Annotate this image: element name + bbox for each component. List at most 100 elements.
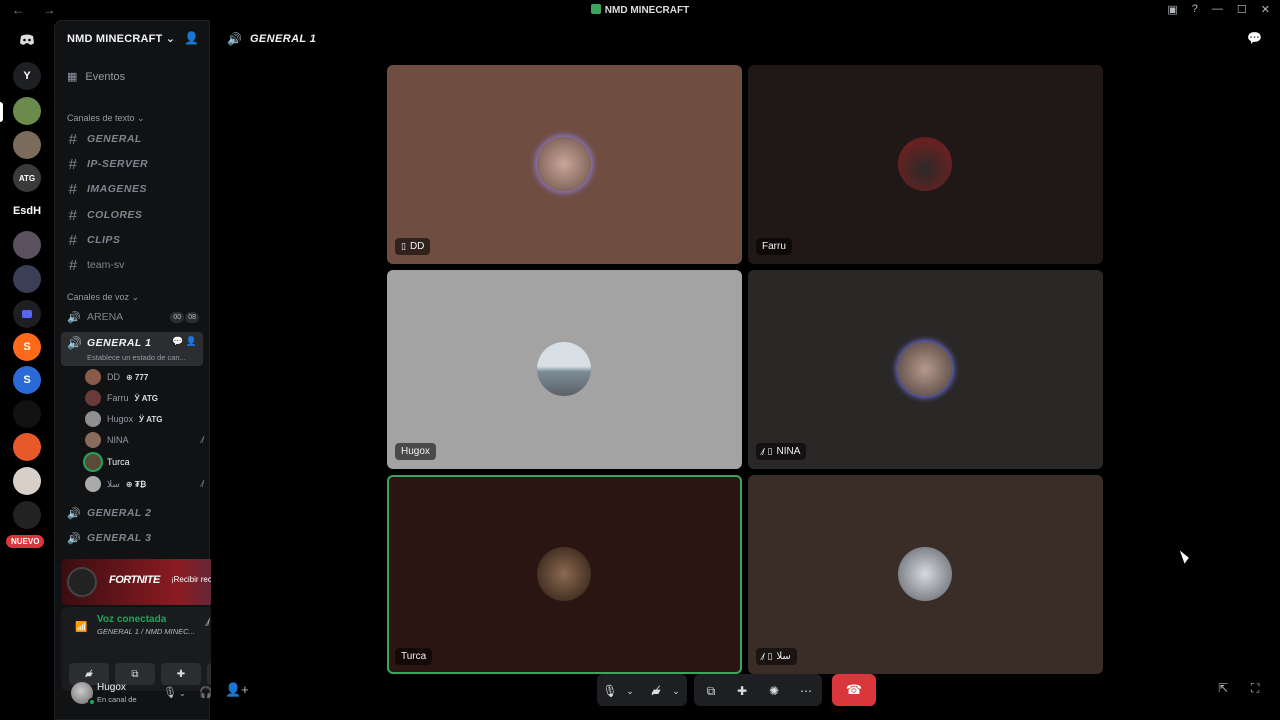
channel-general[interactable]: # GENERAL [65,128,203,150]
invite-icon[interactable]: 👤 [186,336,197,346]
participant-tile-turca[interactable]: Turca [387,475,742,674]
participant-tile-hugox[interactable]: Hugox [387,270,742,469]
user-limit-badge: 00 08 [170,311,199,323]
server-s-orange[interactable]: S [13,333,41,361]
voice-channel-general-2[interactable]: 🔊 GENERAL 2 [65,502,203,524]
nuevo-badge[interactable]: NUEVO [6,535,45,548]
participant-name: NINA [776,446,801,457]
avatar [85,476,101,492]
voice-user-dd[interactable]: DD ⊕ 777 [85,367,203,387]
minimize-icon[interactable]: — [1212,3,1223,16]
voice-stage: 🔊 GENERAL 1 💬 ▯ DD Farru Hugox ⁄̸ ▯ NINA Tu… [211,20,1280,720]
participant-name: Turca [401,651,427,662]
close-icon[interactable]: ✕ [1261,3,1270,16]
participant-tile-dd[interactable]: ▯ DD [387,65,742,264]
invite-people-icon[interactable]: 👤 [184,31,199,45]
invite-to-call-icon[interactable]: 👤+ [225,682,249,698]
server-icon-15[interactable] [13,501,41,529]
channel-label: ARENA [87,311,124,323]
server-icon-12[interactable] [13,400,41,428]
voice-category-label: Canales de voz [67,292,130,302]
guild-header[interactable]: NMD MINECRAFT ⌄ [67,32,175,45]
server-icon-14[interactable] [13,467,41,495]
chevron-down-icon[interactable]: ⌄ [179,689,186,698]
participant-label: ▯ DD [395,238,431,255]
mobile-icon: ▯ [767,446,773,456]
online-status-icon [88,698,96,706]
voice-user-turca[interactable]: Turca [85,452,203,472]
leave-call-button[interactable]: ☎ [832,674,876,706]
voice-channel-general-3[interactable]: 🔊 GENERAL 3 [65,527,203,549]
avatar [537,137,591,191]
avatar [85,454,101,470]
channel-clips[interactable]: # CLIPS [65,229,203,251]
participant-label: Farru [756,238,792,255]
channel-status[interactable]: Establece un estado de can... [87,353,186,362]
channel-ip-server[interactable]: # IP-SERVER [65,153,203,175]
signal-icon[interactable]: 📶 [75,622,87,633]
soundboard-icon[interactable]: ✺ [764,676,784,706]
server-icon-3[interactable] [13,97,41,125]
participant-tile-farru[interactable]: Farru [748,65,1103,264]
chat-icon[interactable]: 💬 [1247,31,1262,45]
avatar [898,342,952,396]
server-icon-4[interactable] [13,131,41,159]
folder-button[interactable] [13,300,41,328]
channel-label: IMAGENES [87,183,148,195]
voice-user-nina[interactable]: NINA ⁄̸ [85,430,203,450]
channel-label: IP-SERVER [87,158,149,170]
server-icon-13[interactable] [13,433,41,461]
user-name: Hugox [107,414,134,424]
voice-connected-label[interactable]: Voz conectada [97,614,166,625]
voice-channel-general-1[interactable]: 🔊 GENERAL 1 Establece un estado de can..… [61,332,203,366]
avatar [85,432,101,448]
voice-channel-arena[interactable]: 🔊 ARENA 00 08 [65,306,203,328]
hash-icon: # [68,155,78,173]
home-discord-button[interactable] [13,26,41,54]
chevron-down-icon[interactable]: ⌄ [670,676,682,706]
voice-category[interactable]: Canales de voz ⌄ [67,292,139,303]
voice-user-hugox[interactable]: Hugox Ӱ ATG [85,409,203,429]
screen-share-icon[interactable]: ⧉ [701,676,721,706]
channel-imagenes[interactable]: # IMAGENES [65,178,203,200]
channel-label: team-sv [87,259,125,271]
chat-icon[interactable]: 💬 [172,336,183,346]
server-esdh[interactable]: EsdH [12,197,42,225]
mobile-icon: ▯ [401,241,406,251]
server-y[interactable]: Y [13,62,41,90]
events-link[interactable]: ▦ Eventos [67,70,125,84]
user-name[interactable]: Hugox [97,682,126,693]
hash-icon: # [68,256,78,274]
camera-off-icon[interactable]: ▰̸ [647,676,665,706]
participant-tile-6[interactable]: ⁄̸ ▯ ﺳﻠﺎ [748,475,1103,674]
server-icon-8[interactable] [13,265,41,293]
channel-colores[interactable]: # COLORES [65,204,203,226]
help-icon[interactable]: ? [1192,3,1198,16]
microphone-icon[interactable]: 🎙 [163,686,177,699]
fullscreen-icon[interactable]: ⛶ [1251,681,1259,696]
speaker-icon: 🔊 [67,532,82,545]
voice-connected-location[interactable]: GENERAL 1 / NMD MINEC... [97,627,195,636]
server-unread-pill [0,102,3,122]
server-icon-7[interactable] [13,231,41,259]
pop-out-icon[interactable]: ⇱ [1218,681,1228,695]
voice-user-farru[interactable]: Farru Ӱ ATG [85,388,203,408]
server-s-blue[interactable]: S [13,366,41,394]
channel-title: GENERAL 1 [249,33,317,45]
noise-suppression-icon[interactable]: ⁄̸ [207,618,209,629]
guild-name: NMD MINECRAFT [67,33,163,45]
maximize-icon[interactable]: ☐ [1237,3,1247,16]
more-options-icon[interactable]: ⋯ [796,676,816,706]
inbox-icon[interactable]: ▣ [1167,3,1177,16]
channel-team-sv[interactable]: # team-sv [65,254,203,276]
activities-icon[interactable]: ✚ [732,676,752,706]
calendar-icon: ▦ [67,71,78,83]
server-atg[interactable]: ATG [13,164,41,192]
text-category[interactable]: Canales de texto ⌄ [67,113,145,124]
chevron-down-icon[interactable]: ⌄ [624,676,636,706]
participant-tile-nina[interactable]: ⁄̸ ▯ NINA [748,270,1103,469]
speaker-icon: 🔊 [67,507,82,520]
voice-user-6[interactable]: ﺳﻠﺎ ⊕ ₮₿ ⁄̸ [85,474,203,494]
microphone-icon[interactable]: 🎙 [602,676,618,706]
speaker-icon: 🔊 [227,32,242,46]
